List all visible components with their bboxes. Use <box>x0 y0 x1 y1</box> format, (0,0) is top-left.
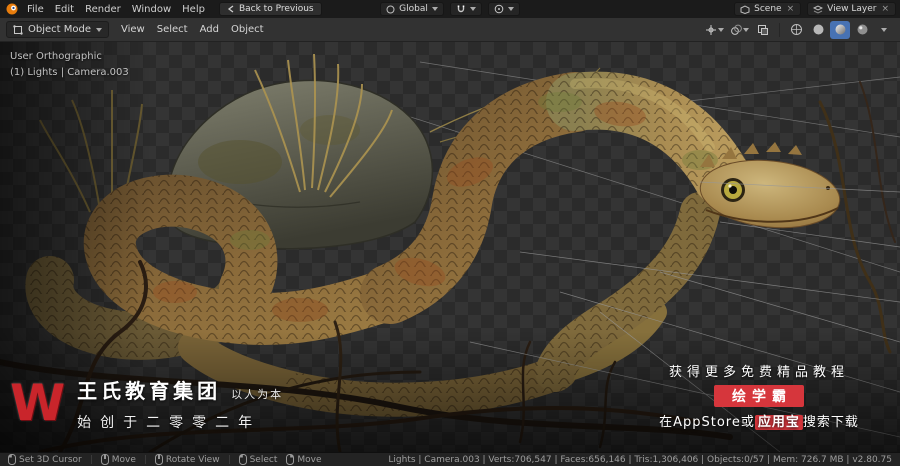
view-layer-icon <box>813 4 824 14</box>
menu-view[interactable]: View <box>116 23 150 36</box>
overlays-toggle-button[interactable] <box>728 21 751 39</box>
shading-options-dropdown[interactable] <box>874 21 894 39</box>
scene-selector[interactable]: Scene × <box>734 2 802 16</box>
proportional-circle-icon <box>494 4 504 14</box>
transform-orientation-dropdown[interactable]: Global <box>380 2 444 16</box>
mouse-middle-icon <box>154 454 163 465</box>
proportional-editing-dropdown[interactable] <box>487 2 520 16</box>
menu-window[interactable]: Window <box>127 3 176 16</box>
company-name: 王氏教育集团 <box>77 379 222 403</box>
scene-unlink-button[interactable]: × <box>786 4 796 14</box>
view-layer-selector[interactable]: View Layer × <box>807 2 896 16</box>
brand-badge: 绘学霸 <box>714 385 804 407</box>
topbar: File Edit Render Window Help Back to Pre… <box>0 0 900 18</box>
xray-toggle-button[interactable] <box>753 21 773 39</box>
shading-solid-button[interactable] <box>808 21 828 39</box>
mouse-left-icon <box>238 454 247 465</box>
menu-file[interactable]: File <box>22 3 49 16</box>
mode-dropdown[interactable]: Object Mode <box>6 21 109 38</box>
company-logo: W <box>10 374 66 433</box>
viewport-header: Object Mode View Select Add Object <box>0 18 900 42</box>
promo-line1: 获得更多免费精品教程 <box>668 365 849 380</box>
menu-add[interactable]: Add <box>195 23 224 36</box>
shading-wireframe-button[interactable] <box>786 21 806 39</box>
watermark-left: W 王氏教育集团 以人为本 始创于二零零二年 <box>10 375 283 432</box>
blender-logo-icon[interactable] <box>4 3 19 15</box>
appstore-badge: 应用宝 <box>754 415 803 430</box>
view-layer-unlink-button[interactable]: × <box>880 4 890 14</box>
menu-edit[interactable]: Edit <box>50 3 79 16</box>
hint-rotate-view: Rotate View <box>154 454 220 465</box>
menu-render[interactable]: Render <box>80 3 126 16</box>
active-object-label: (1) Lights | Camera.003 <box>10 66 129 78</box>
watermark-right: 获得更多免费精品教程 绘学霸 在AppStore或 应用宝 搜索下载 <box>628 361 890 430</box>
hint-select: Select <box>238 454 277 465</box>
mouse-right-icon <box>286 454 295 465</box>
mouse-left-icon <box>8 454 16 465</box>
view-name: User Orthographic <box>10 51 102 62</box>
hint-set-3d-cursor: Set 3D Cursor <box>8 454 82 465</box>
hint-move: Move <box>100 454 136 465</box>
blender-window: File Edit Render Window Help Back to Pre… <box>0 0 900 466</box>
viewport-canvas[interactable]: User Orthographic (1) Lights | Camera.00… <box>0 42 900 452</box>
mouse-middle-icon <box>100 454 109 465</box>
promo-line2: 在AppStore或 应用宝 搜索下载 <box>659 415 859 430</box>
statusbar: Set 3D Cursor Move Rotate View Select Mo… <box>0 452 900 466</box>
object-mode-icon <box>13 24 23 35</box>
back-to-previous-button[interactable]: Back to Previous <box>218 2 322 16</box>
shading-rendered-button[interactable] <box>852 21 872 39</box>
viewport-overlay-text: User Orthographic (1) Lights | Camera.00… <box>10 49 129 80</box>
company-slogan: 以人为本 <box>231 388 284 401</box>
menu-select[interactable]: Select <box>152 23 193 36</box>
gizmo-toggle-button[interactable] <box>703 21 726 39</box>
menu-help[interactable]: Help <box>177 3 210 16</box>
menu-object[interactable]: Object <box>226 23 269 36</box>
snapping-dropdown[interactable] <box>449 2 482 16</box>
shading-material-button[interactable] <box>830 20 850 39</box>
scene-stats: Lights | Camera.003 | Verts:706,547 | Fa… <box>388 454 892 465</box>
magnet-icon <box>456 4 466 14</box>
company-founded: 始创于二零零二年 <box>77 415 262 431</box>
hint-move-2: Move <box>286 454 321 465</box>
back-arrow-icon <box>227 5 235 13</box>
orientation-icon <box>386 5 395 14</box>
scene-icon <box>740 4 750 14</box>
